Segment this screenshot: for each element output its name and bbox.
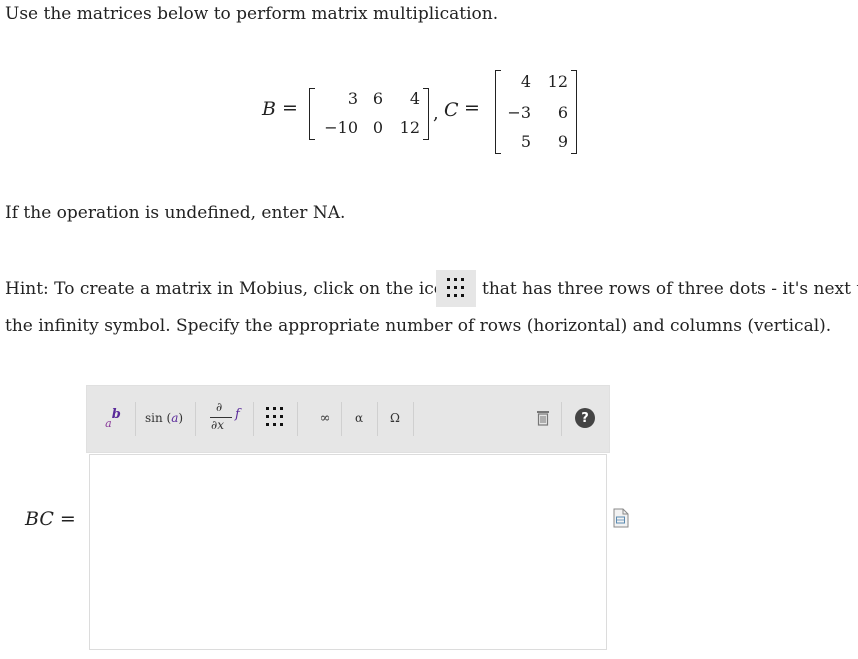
omega-icon: Ω [390,411,400,425]
matrix-c-cell: 6 [557,103,568,122]
toolbar-divider [377,402,378,436]
matrix-c-cell: 4 [520,72,531,91]
answer-label-text: BC [25,508,54,530]
hint-text-line1a: Hint: To create a matrix in Mobius, clic… [5,279,455,299]
toolbar-divider [135,402,136,436]
omega-button[interactable]: Ω [383,400,407,436]
matrix-c-cell: 12 [547,72,568,91]
preview-icon[interactable] [613,508,629,528]
undefined-note: If the operation is undefined, enter NA. [5,203,346,223]
question-intro: Use the matrices below to perform matrix… [5,4,499,24]
superscript-button[interactable]: a b [97,400,129,436]
equation-toolbar: a b sin (a) ∂ ∂x f ∞ α Ω ? [86,385,610,453]
matrix-b-cell: 4 [409,89,420,108]
alpha-button[interactable]: α [347,400,371,436]
trash-icon [537,411,549,426]
help-icon: ? [575,408,595,428]
toolbar-divider [195,402,196,436]
answer-label: BC = [25,508,76,530]
hint-text-line2: the infinity symbol. Specify the appropr… [5,316,832,336]
toolbar-divider [341,402,342,436]
matrix-b-label: B [262,98,276,120]
alpha-icon: α [354,411,364,425]
matrix-b-cell: 3 [347,89,358,108]
matrix-icon [266,407,284,429]
sin-label: sin [144,411,163,425]
partial-f: f [235,407,240,422]
sin-function-button[interactable]: sin (a) [141,400,187,436]
infinity-button[interactable]: ∞ [313,400,337,436]
matrix-icon-reference [436,270,476,307]
clear-trash-button[interactable] [532,406,554,430]
matrix-b-cell: 6 [372,89,383,108]
matrix-b-right-bracket [423,88,429,140]
partial-top: ∂ [216,400,223,414]
hint-text-line1b: that has three rows of three dots - it's… [482,279,858,299]
infinity-icon: ∞ [319,410,331,426]
toolbar-divider [253,402,254,436]
matrix-c-cell: 5 [520,132,531,151]
matrix-c-cell: −3 [507,103,531,122]
toolbar-divider [561,402,562,436]
matrix-b-cell: 12 [399,118,420,137]
matrix-b-cell: −10 [324,118,358,137]
answer-label-equals: = [59,508,76,530]
matrix-c-label: C [444,99,459,121]
partial-derivative-icon: ∂ ∂x f [204,398,244,438]
matrix-c-cell: 9 [557,132,568,151]
partial-bottom: ∂x [211,418,224,432]
matrix-button[interactable] [259,400,291,436]
superscript-exp: b [111,406,121,422]
matrix-b-equals: = [282,97,298,119]
matrix-b-cell: 0 [372,118,383,137]
help-button[interactable]: ? [573,406,597,430]
answer-editor[interactable] [89,454,607,650]
partial-derivative-button[interactable]: ∂ ∂x f [201,396,247,440]
toolbar-divider [297,402,298,436]
matrix-c-right-bracket [571,70,577,154]
matrix-c-equals: = [464,97,480,119]
sin-arg: a [171,411,179,425]
matrix-b-left-bracket [309,88,315,140]
matrix-separator-comma: , [433,103,439,124]
toolbar-divider [413,402,414,436]
